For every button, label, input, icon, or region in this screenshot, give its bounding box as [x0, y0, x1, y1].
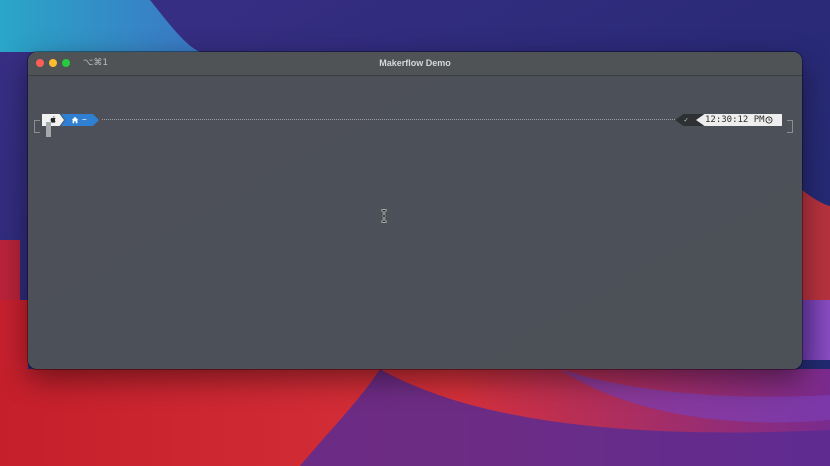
current-directory: ~ [82, 115, 87, 124]
prompt-frame-right [787, 120, 793, 133]
prompt-time: 12:30:12 PM [705, 115, 765, 125]
terminal-window: ⌥⌘1 Makerflow Demo ~ ✓ 12:30:12 PM [28, 52, 802, 369]
desktop: ⌥⌘1 Makerflow Demo ~ ✓ 12:30:12 PM [0, 0, 830, 466]
home-icon [71, 116, 79, 124]
window-title: Makerflow Demo [379, 58, 451, 68]
terminal-content[interactable]: ~ ✓ 12:30:12 PM [28, 76, 802, 369]
prompt-separator [102, 119, 677, 120]
clock-icon [765, 116, 773, 124]
prompt-frame-left [34, 120, 40, 133]
directory-segment [61, 114, 99, 126]
title-bar[interactable]: ⌥⌘1 Makerflow Demo [28, 52, 802, 76]
text-cursor [46, 122, 51, 137]
ibeam-cursor-icon [381, 209, 387, 223]
exit-status: ✓ [684, 116, 689, 124]
